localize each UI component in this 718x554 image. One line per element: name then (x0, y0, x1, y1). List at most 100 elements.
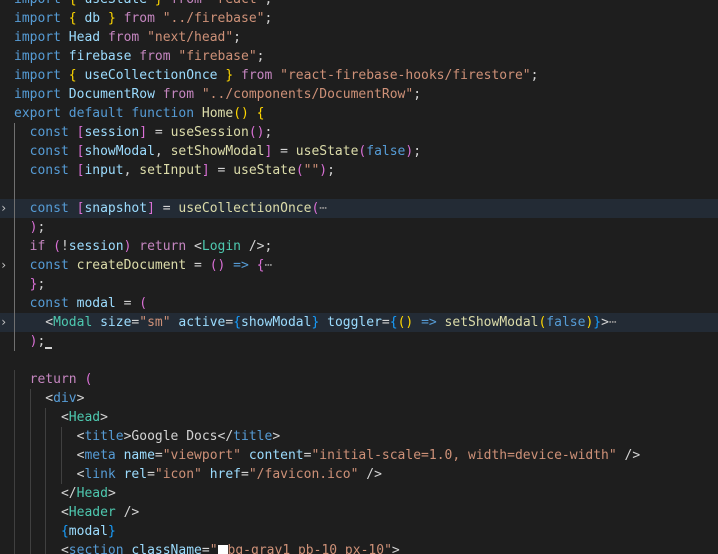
code-text: const [snapshot] = useCollectionOnce(⋯ (14, 199, 327, 218)
code-token: >Google Docs</ (123, 429, 234, 444)
code-token: const (29, 258, 69, 273)
code-line[interactable]: import { db } from "../firebase"; (0, 9, 718, 28)
code-token: = (186, 258, 210, 273)
code-token: { (69, 0, 77, 7)
code-token: import (14, 11, 61, 26)
code-token: = (201, 543, 210, 554)
code-line[interactable]: import { useState } from "react"; (0, 0, 718, 9)
code-token: title (233, 429, 273, 444)
code-token: "icon" (154, 467, 202, 482)
code-line[interactable]: export default function Home() { (0, 104, 718, 123)
code-token: ! (60, 239, 69, 254)
code-line[interactable]: › <Modal size="sm" active={showModal} to… (0, 313, 718, 332)
code-line[interactable]: <Header /> (0, 503, 718, 522)
code-line[interactable]: ); (0, 218, 718, 237)
code-text: const [showModal, setShowModal] = useSta… (14, 142, 421, 161)
code-token: "react" (210, 0, 265, 7)
code-line[interactable]: › const [snapshot] = useCollectionOnce(⋯ (0, 199, 718, 218)
code-line[interactable]: }; (0, 275, 718, 294)
folded-ellipsis-icon[interactable]: ⋯ (609, 315, 617, 330)
code-text: export default function Home() { (14, 104, 265, 123)
code-token: setInput (139, 163, 202, 178)
code-line[interactable]: import Head from "next/head"; (0, 28, 718, 47)
code-token: const (29, 296, 69, 311)
code-text: <div> (14, 389, 84, 408)
code-line[interactable]: <link rel="icon" href="/favicon.ico" /> (0, 465, 718, 484)
code-token: active (178, 315, 226, 330)
code-token: "next/head" (147, 30, 234, 45)
code-token: input (84, 163, 124, 178)
code-token: = (225, 315, 234, 330)
fold-chevron-icon[interactable]: › (0, 256, 10, 275)
code-line[interactable] (0, 351, 718, 370)
code-token: { (68, 68, 77, 83)
code-line[interactable]: <Head> (0, 408, 718, 427)
code-token: size (100, 315, 132, 330)
code-token: /> (115, 505, 140, 520)
code-line[interactable]: › const createDocument = () => {⋯ (0, 256, 718, 275)
code-token: const (29, 125, 69, 140)
code-line[interactable]: </Head> (0, 484, 718, 503)
code-token: />; (241, 239, 273, 254)
code-line[interactable]: {modal} (0, 522, 718, 541)
code-line[interactable]: const [showModal, setShowModal] = useSta… (0, 142, 718, 161)
code-token: "react-firebase-hooks/firestore" (280, 68, 531, 83)
code-token: const (29, 144, 69, 159)
code-line[interactable]: <meta name="viewport" content="initial-s… (0, 446, 718, 465)
code-text: import { useState } from "react"; (14, 0, 272, 9)
code-token: = (154, 448, 163, 463)
code-editor[interactable]: import { useState } from "react";import … (0, 0, 718, 554)
code-line[interactable]: import { useCollectionOnce } from "react… (0, 66, 718, 85)
code-line[interactable]: import firebase from "firebase"; (0, 47, 718, 66)
code-text: <Header /> (14, 503, 139, 522)
code-line[interactable]: if (!session) return <Login />; (0, 237, 718, 256)
code-token: false (546, 315, 586, 330)
code-token: ] (139, 125, 148, 140)
code-text: ); (14, 218, 46, 237)
code-token: = (154, 201, 179, 216)
code-line[interactable]: const [input, setInput] = useState(""); (0, 161, 718, 180)
code-token: "../firebase" (162, 11, 265, 26)
code-token: from (241, 68, 273, 83)
code-token: import (14, 87, 61, 102)
code-line[interactable]: <section className=" bg-gray1 pb-10 px-10… (0, 541, 718, 554)
code-line[interactable]: return ( (0, 370, 718, 389)
code-token: const (29, 201, 69, 216)
code-token: from (107, 30, 140, 45)
code-token: useCollectionOnce (178, 201, 312, 216)
code-token: useState (84, 0, 147, 7)
fold-chevron-icon[interactable]: › (0, 313, 10, 332)
code-token: > (100, 410, 108, 425)
code-token: bg-gray1 pb-10 px-10" (227, 543, 392, 554)
code-line[interactable]: <div> (0, 389, 718, 408)
code-token: < (14, 391, 54, 406)
code-token: => (421, 315, 437, 330)
code-token: { (389, 315, 398, 330)
code-line[interactable]: import DocumentRow from "../components/D… (0, 85, 718, 104)
code-token: = (241, 467, 249, 482)
code-line[interactable]: <title>Google Docs</title> (0, 427, 718, 446)
code-text: return ( (14, 370, 93, 389)
folded-ellipsis-icon[interactable]: ⋯ (319, 201, 327, 216)
code-token: href (209, 467, 242, 482)
code-line[interactable]: const [session] = useSession(); (0, 123, 718, 142)
folded-ellipsis-icon[interactable]: ⋯ (264, 258, 272, 273)
code-line[interactable]: const modal = ( (0, 294, 718, 313)
code-line[interactable]: ); (0, 332, 718, 351)
code-line[interactable] (0, 180, 718, 199)
code-text: <link rel="icon" href="/favicon.ico" /> (14, 465, 382, 484)
fold-chevron-icon[interactable]: › (0, 199, 10, 218)
code-token: import (14, 68, 61, 83)
